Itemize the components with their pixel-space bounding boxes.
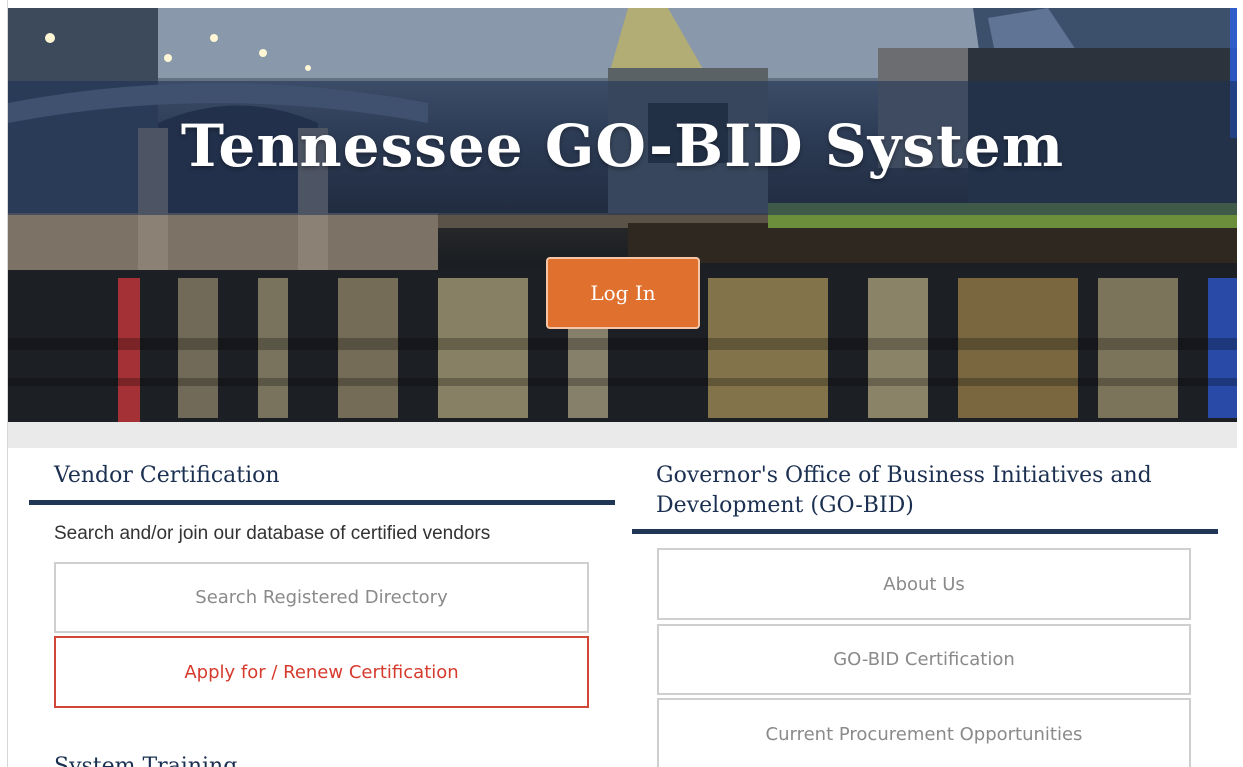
apply-renew-certification-button[interactable]: Apply for / Renew Certification <box>54 636 589 708</box>
left-edge <box>0 0 8 767</box>
city-skyline-image <box>8 8 1237 422</box>
procurement-opportunities-button[interactable]: Current Procurement Opportunities <box>657 698 1191 767</box>
vendor-certification-heading: Vendor Certification <box>54 463 280 488</box>
vendor-description: Search and/or join our database of certi… <box>54 523 491 544</box>
gobid-certification-button[interactable]: GO-BID Certification <box>657 624 1191 695</box>
gobid-heading-line2: Development (GO-BID) <box>656 493 914 518</box>
about-us-button[interactable]: About Us <box>657 548 1191 620</box>
section-divider <box>8 422 1237 448</box>
gobid-heading-line1: Governor's Office of Business Initiative… <box>656 463 1152 488</box>
gobid-heading-rule <box>632 529 1218 534</box>
hero-banner: Tennessee GO-BID System Log In <box>8 8 1237 422</box>
login-button[interactable]: Log In <box>546 257 700 329</box>
right-edge <box>1237 0 1243 767</box>
page-title: Tennessee GO-BID System <box>180 112 1065 180</box>
system-training-heading: System Training <box>54 754 238 767</box>
search-directory-button[interactable]: Search Registered Directory <box>54 562 589 633</box>
gobid-heading: Governor's Office of Business Initiative… <box>656 461 1152 521</box>
vendor-heading-rule <box>29 500 615 505</box>
